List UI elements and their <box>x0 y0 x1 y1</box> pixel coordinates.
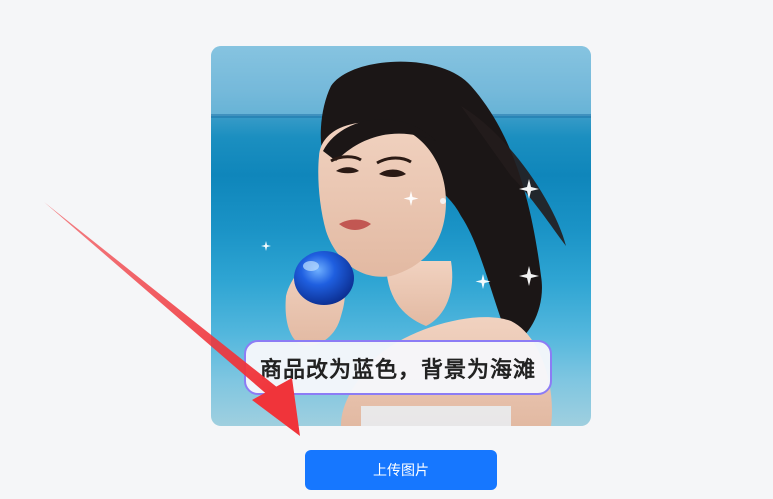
prompt-bubble: 商品改为蓝色，背景为海滩 <box>244 340 552 395</box>
upload-button-label: 上传图片 <box>373 463 429 479</box>
page: 商品改为蓝色，背景为海滩 上传图片 <box>0 0 773 499</box>
upload-image-button[interactable]: 上传图片 <box>305 450 497 490</box>
prompt-text: 商品改为蓝色，背景为海滩 <box>259 357 536 383</box>
